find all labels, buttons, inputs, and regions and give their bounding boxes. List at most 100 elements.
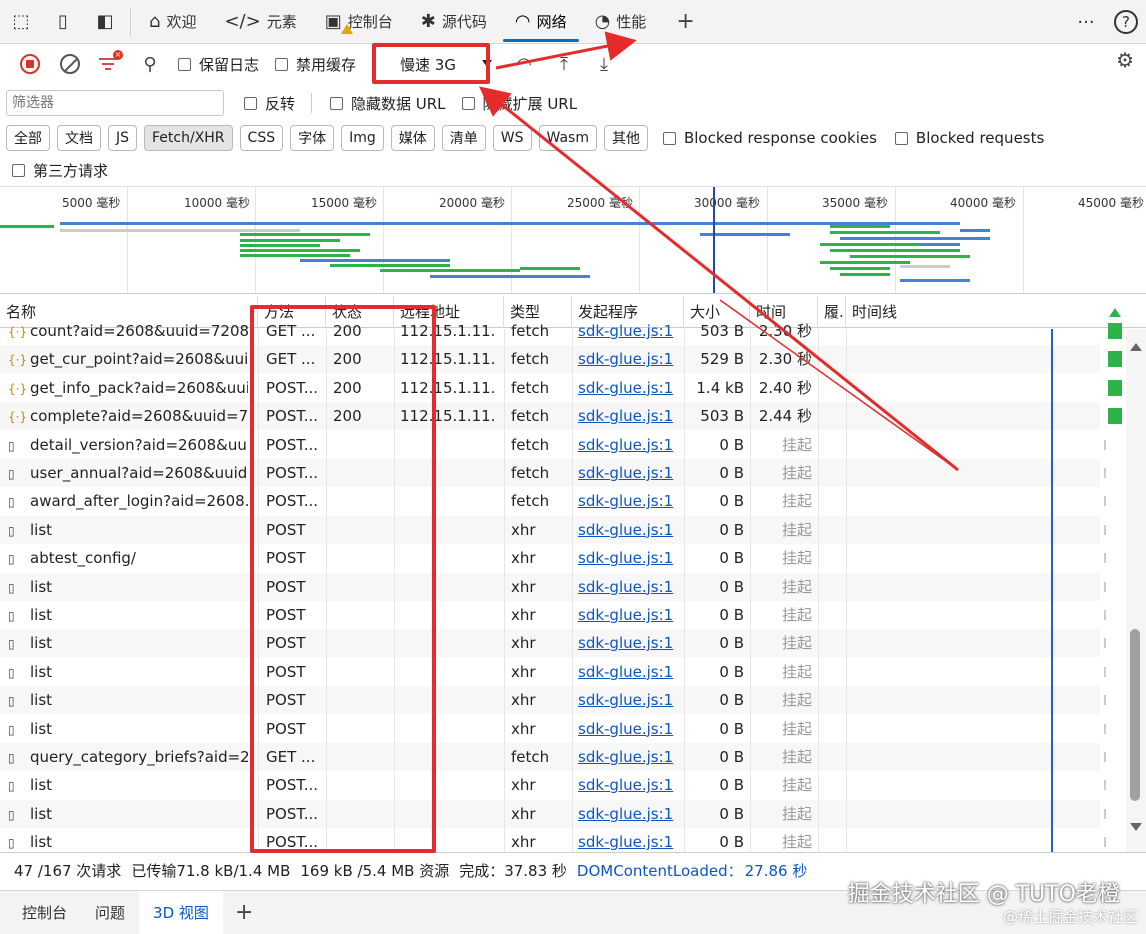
request-initiator-link[interactable]: sdk-glue.js:1 xyxy=(578,573,683,601)
tab-network[interactable]: ◠ 网络 xyxy=(501,0,581,44)
hide-extension-url-checkbox[interactable]: 隐藏扩展 URL xyxy=(461,93,577,114)
drawer-add-tab-button[interactable]: + xyxy=(223,891,265,934)
invert-checkbox[interactable]: 反转 xyxy=(244,93,295,114)
request-initiator-link[interactable]: sdk-glue.js:1 xyxy=(578,658,683,686)
request-initiator-link[interactable]: sdk-glue.js:1 xyxy=(578,459,683,487)
warning-icon xyxy=(340,23,353,34)
type-manifest-button[interactable]: 清单 xyxy=(441,125,486,151)
preserve-log-checkbox[interactable]: 保留日志 xyxy=(178,54,259,75)
overview-tick-label: 40000 毫秒 xyxy=(950,196,1016,210)
type-css-button[interactable]: CSS xyxy=(239,125,284,151)
request-initiator-link[interactable]: sdk-glue.js:1 xyxy=(578,771,683,799)
disable-cache-checkbox[interactable]: 禁用缓存 xyxy=(275,54,356,75)
request-size: 0 B xyxy=(719,464,744,482)
help-icon[interactable]: ? xyxy=(1106,0,1146,44)
drawer-tab-console[interactable]: 控制台 xyxy=(8,891,81,934)
type-all-button[interactable]: 全部 xyxy=(6,125,50,151)
more-options-icon[interactable]: ··· xyxy=(1066,0,1106,44)
clear-icon[interactable] xyxy=(50,46,90,82)
third-party-checkbox[interactable]: 第三方请求 xyxy=(12,160,108,181)
type-other-button[interactable]: 其他 xyxy=(603,125,648,151)
table-row[interactable]: ▯ list POST... xhr sdk-glue.js:1 0 B 挂起 xyxy=(0,771,1100,799)
network-conditions-icon[interactable]: ◠ xyxy=(504,46,544,82)
tab-welcome[interactable]: ⌂ 欢迎 xyxy=(135,0,210,44)
timeline-overview[interactable]: 5000 毫秒 10000 毫秒 15000 毫秒 20000 毫秒 25000 毫秒 3… xyxy=(0,186,1146,294)
overview-request-bar xyxy=(0,225,54,228)
request-initiator-link[interactable]: sdk-glue.js:1 xyxy=(578,317,683,345)
request-name: list xyxy=(30,634,53,653)
type-fetch-xhr-button[interactable]: Fetch/XHR xyxy=(144,125,233,151)
filter-input[interactable] xyxy=(6,90,224,116)
table-row[interactable]: ▯ list POST... xhr sdk-glue.js:1 0 B 挂起 xyxy=(0,828,1100,852)
table-row[interactable]: ▯ list POST xhr sdk-glue.js:1 0 B 挂起 xyxy=(0,658,1100,686)
request-initiator-link[interactable]: sdk-glue.js:1 xyxy=(578,800,683,828)
watermark-text: 掘金技术社区 @ TUTO老橙 xyxy=(847,882,1120,907)
type-js-button[interactable]: JS xyxy=(108,125,138,151)
request-initiator-link[interactable]: sdk-glue.js:1 xyxy=(578,743,683,771)
tab-elements[interactable]: </> 元素 xyxy=(210,0,310,44)
search-icon[interactable]: ⚲ xyxy=(130,46,170,82)
tab-performance[interactable]: ◔ 性能 xyxy=(581,0,661,44)
table-row[interactable]: {·} count?aid=2608&uuid=7208... GET ... 200… xyxy=(0,317,1100,345)
waterfall-pending-tick xyxy=(1104,837,1106,848)
table-row[interactable]: {·} complete?aid=2608&uuid=7... POST... 200… xyxy=(0,402,1100,431)
request-time: 挂起 xyxy=(781,577,812,596)
document-icon: ▯ xyxy=(8,609,15,623)
type-img-button[interactable]: Img xyxy=(341,125,384,151)
device-emulation-icon[interactable]: ▯ xyxy=(42,0,84,44)
stop-recording-icon[interactable] xyxy=(10,46,50,82)
scroll-down-icon[interactable] xyxy=(1130,823,1142,831)
hide-data-url-checkbox[interactable]: 隐藏数据 URL xyxy=(330,93,446,114)
type-doc-button[interactable]: 文档 xyxy=(57,125,101,151)
request-initiator-link[interactable]: sdk-glue.js:1 xyxy=(578,487,683,515)
table-row[interactable]: {·} get_cur_point?aid=2608&uui... GET ... 2… xyxy=(0,345,1100,374)
request-initiator-link[interactable]: sdk-glue.js:1 xyxy=(578,686,683,714)
drawer-tab-issues[interactable]: 问题 xyxy=(81,891,139,934)
table-row[interactable]: ▯ detail_version?aid=2608&uui... POST... fe… xyxy=(0,431,1100,459)
type-media-button[interactable]: 媒体 xyxy=(390,125,435,151)
table-row[interactable]: ▯ award_after_login?aid=2608... POST... fet… xyxy=(0,487,1100,515)
table-row[interactable]: ▯ abtest_config/POST xhr sdk-glue.js:1 0 B 挂起 xyxy=(0,544,1100,572)
request-initiator-link[interactable]: sdk-glue.js:1 xyxy=(578,431,683,459)
table-row[interactable]: ▯ list POST... xhr sdk-glue.js:1 0 B 挂起 xyxy=(0,799,1100,828)
checkbox-box xyxy=(244,96,257,110)
table-row[interactable]: ▯ query_category_briefs?aid=2... GET ... fe… xyxy=(0,743,1100,771)
table-row[interactable]: ▯ list POST xhr sdk-glue.js:1 0 B 挂起 xyxy=(0,629,1100,658)
export-har-icon[interactable]: ⤓ xyxy=(584,46,624,82)
table-row[interactable]: ▯ list POST xhr sdk-glue.js:1 0 B 挂起 xyxy=(0,686,1100,715)
table-row[interactable]: ▯ list POST xhr sdk-glue.js:1 0 B 挂起 xyxy=(0,715,1100,743)
table-row[interactable]: ▯ list POST xhr sdk-glue.js:1 0 B 挂起 xyxy=(0,572,1100,601)
blocked-requests-checkbox[interactable]: Blocked requests xyxy=(894,129,1044,147)
type-ws-button[interactable]: WS xyxy=(492,125,532,151)
request-initiator-link[interactable]: sdk-glue.js:1 xyxy=(578,629,683,657)
request-initiator-link[interactable]: sdk-glue.js:1 xyxy=(578,544,683,572)
filter-clear-icon[interactable]: × xyxy=(90,46,130,82)
add-tab-button[interactable]: + xyxy=(660,0,710,44)
request-initiator-link[interactable]: sdk-glue.js:1 xyxy=(578,828,683,852)
type-font-button[interactable]: 字体 xyxy=(290,125,335,151)
request-type: xhr xyxy=(511,691,536,710)
table-row[interactable]: ▯ list POST xhr sdk-glue.js:1 0 B 挂起 xyxy=(0,601,1100,629)
table-row[interactable]: ▯ user_annual?aid=2608&uuid... POST... fetc… xyxy=(0,459,1100,487)
vertical-scrollbar[interactable] xyxy=(1126,329,1146,852)
request-initiator-link[interactable]: sdk-glue.js:1 xyxy=(578,601,683,629)
request-initiator-link[interactable]: sdk-glue.js:1 xyxy=(578,374,683,402)
scroll-up-icon[interactable] xyxy=(1130,343,1142,351)
request-initiator-link[interactable]: sdk-glue.js:1 xyxy=(578,715,683,743)
type-wasm-button[interactable]: Wasm xyxy=(538,125,597,151)
request-initiator-link[interactable]: sdk-glue.js:1 xyxy=(578,402,683,430)
request-initiator-link[interactable]: sdk-glue.js:1 xyxy=(578,516,683,544)
gear-icon[interactable]: ⚙ xyxy=(1116,48,1134,72)
tab-console[interactable]: ▣ 控制台 xyxy=(311,0,407,44)
table-row[interactable]: {·} get_info_pack?aid=2608&uui... POST... 2… xyxy=(0,374,1100,402)
drawer-tab-3d-view[interactable]: 3D 视图 xyxy=(139,890,223,934)
request-size: 529 B xyxy=(700,350,744,369)
dock-sidebar-icon[interactable]: ◧ xyxy=(84,0,126,44)
blocked-cookies-checkbox[interactable]: Blocked response cookies xyxy=(662,129,877,147)
inspect-element-icon[interactable]: ⬚ xyxy=(0,0,42,44)
scrollbar-thumb[interactable] xyxy=(1130,629,1140,801)
table-row[interactable]: ▯ list POST xhr sdk-glue.js:1 0 B 挂起 xyxy=(0,515,1100,544)
import-har-icon[interactable]: ⤒ xyxy=(544,46,584,82)
request-initiator-link[interactable]: sdk-glue.js:1 xyxy=(578,345,683,373)
tab-sources[interactable]: ✱ 源代码 xyxy=(407,0,501,44)
